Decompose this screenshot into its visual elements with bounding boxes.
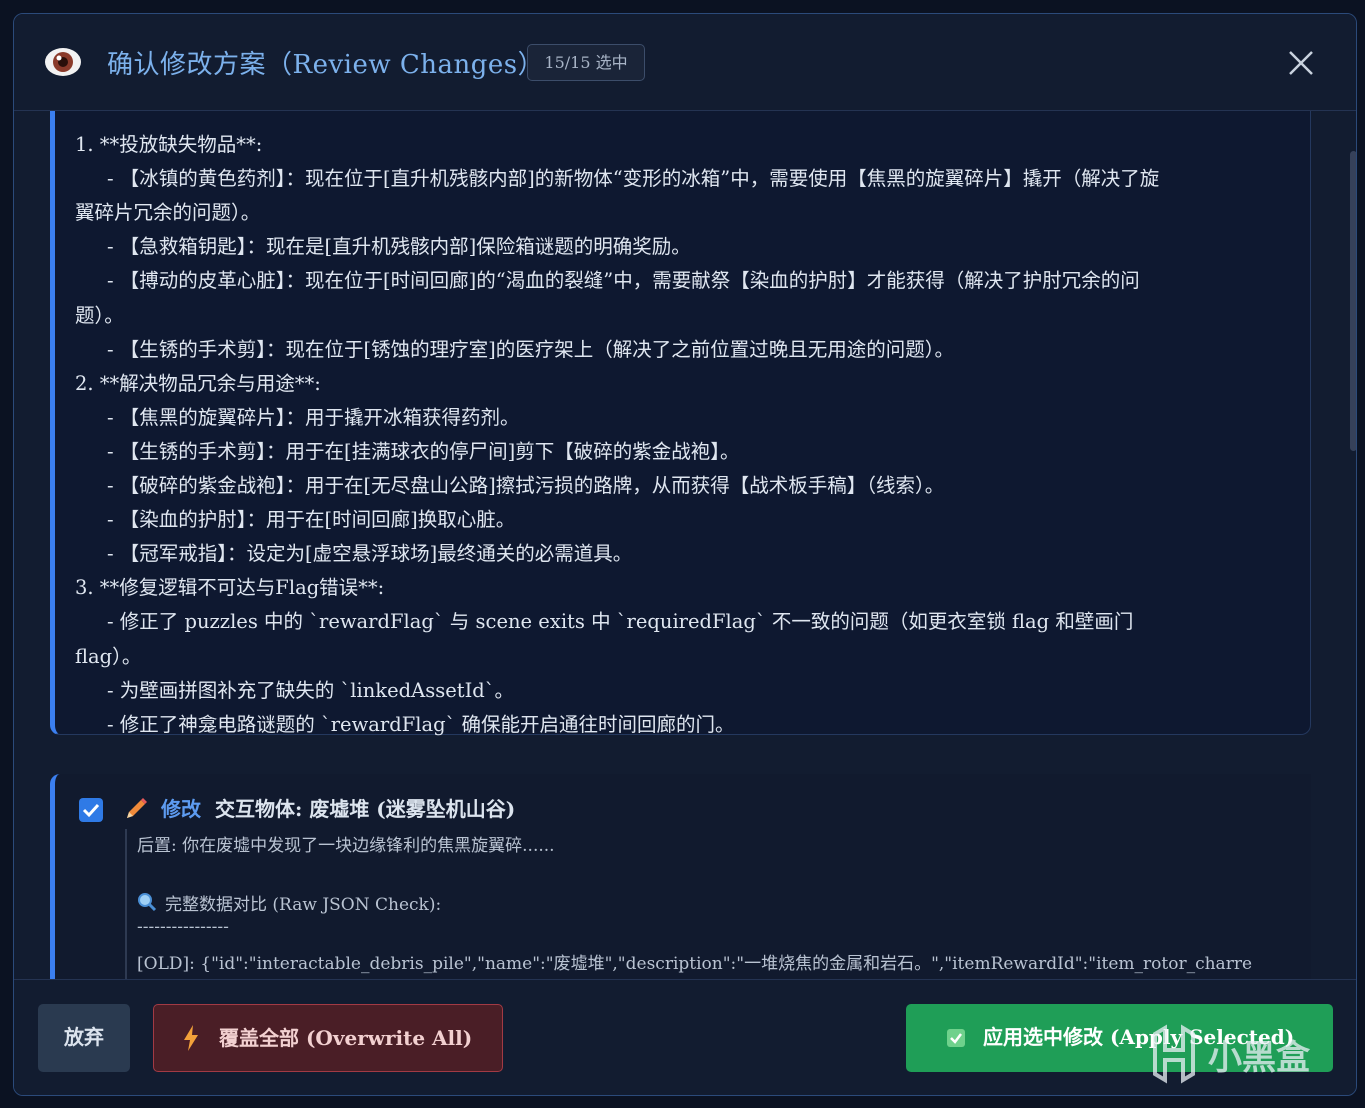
change-item: 修改 交互物体: 废墟堆 (迷雾坠机山谷) 后置: 你在废墟中发现了一块边缘锋利… xyxy=(50,774,1311,979)
watermark-text: 小黑盒 xyxy=(1208,1038,1310,1078)
change-kind-label: 修改 xyxy=(161,797,201,821)
watermark: 小黑盒 xyxy=(1150,1018,1330,1088)
summary-line: flag）。 xyxy=(75,644,142,668)
check-box-icon xyxy=(947,1029,965,1047)
heybox-logo-icon xyxy=(1153,1024,1195,1084)
selected-count-badge: 15/15 选中 xyxy=(527,44,645,81)
summary-line: - 【生锈的手术剪】：现在位于[锈蚀的理疗室]的医疗架上（解决了之前位置过晚且无… xyxy=(107,337,955,361)
summary-line: - 【染血的护肘】：用于在[时间回廊]换取心脏。 xyxy=(107,508,516,532)
change-target-label: 交互物体: 废墟堆 (迷雾坠机山谷) xyxy=(215,797,516,821)
old-json-line: [OLD]: {"id":"interactable_debris_pile",… xyxy=(137,954,1253,974)
checkmark-icon xyxy=(82,803,100,818)
summary-line: - 【冰镇的黄色药剂】：现在位于[直升机残骸内部]的新物体“变形的冰箱”中，需要… xyxy=(107,167,1160,191)
raw-check-label: 完整数据对比 (Raw JSON Check): xyxy=(165,895,442,915)
summary-line: - 修正了神龛电路谜题的 `rewardFlag` 确保能开启通往时间回廊的门。 xyxy=(107,712,735,736)
magnifier-icon xyxy=(138,893,157,912)
summary-line: 翼碎片冗余的问题）。 xyxy=(75,201,261,225)
summary-line: - 修正了 puzzles 中的 `rewardFlag` 与 scene ex… xyxy=(107,610,1134,634)
close-icon[interactable] xyxy=(1285,47,1317,79)
summary-line: 1. **投放缺失物品**: xyxy=(75,133,263,156)
after-text: 后置: 你在废墟中发现了一块边缘锋利的焦黑旋翼碎...... xyxy=(137,836,555,856)
summary-line: - 【冠军戒指】：设定为[虚空悬浮球场]最终通关的必需道具。 xyxy=(107,542,633,566)
summary-line: - 【急救箱钥匙】：现在是[直升机残骸内部]保险箱谜题的明确奖励。 xyxy=(107,235,691,259)
summary-line: - 为壁画拼图补充了缺失的 `linkedAssetId`。 xyxy=(107,678,515,702)
summary-line: 3. **修复逻辑不可达与Flag错误**: xyxy=(75,576,385,600)
change-select-checkbox[interactable] xyxy=(79,798,103,822)
summary-line: - 【焦黑的旋翼碎片】：用于撬开冰箱获得药剂。 xyxy=(107,405,520,429)
scrollbar[interactable] xyxy=(1350,151,1356,451)
summary-line: - 【生锈的手术剪】：用于在[挂满球衣的停尸间]剪下【破碎的紫金战袍】。 xyxy=(107,439,740,463)
summary-line: - 【破碎的紫金战袍】：用于在[无尽盘山公路]擦拭污损的路牌，从而获得【战术板手… xyxy=(107,474,945,497)
summary-line: 题）。 xyxy=(75,303,124,327)
overwrite-all-button[interactable]: 覆盖全部 (Overwrite All) xyxy=(153,1004,503,1072)
dialog-title: 确认修改方案（Review Changes） xyxy=(107,50,545,80)
changes-scroll-area[interactable]: 1. **投放缺失物品**: - 【冰镇的黄色药剂】：现在位于[直升机残骸内部]的… xyxy=(14,111,1356,979)
separator-line: ---------------- xyxy=(137,917,229,937)
eye-icon xyxy=(45,48,81,76)
pencil-icon xyxy=(127,798,147,818)
lightning-icon xyxy=(184,1025,198,1051)
dialog-header: 确认修改方案（Review Changes） 15/15 选中 xyxy=(14,14,1356,111)
overwrite-all-label: 覆盖全部 (Overwrite All) xyxy=(219,1026,473,1050)
summary-line: 2. **解决物品冗余与用途**: xyxy=(75,371,321,395)
review-changes-dialog: 确认修改方案（Review Changes） 15/15 选中 1. **投放缺… xyxy=(13,13,1357,1096)
changes-summary-card: 1. **投放缺失物品**: - 【冰镇的黄色药剂】：现在位于[直升机残骸内部]的… xyxy=(50,111,1311,736)
change-diff-box: 后置: 你在废墟中发现了一块边缘锋利的焦黑旋翼碎...... 完整数据对比 (R… xyxy=(125,829,1315,979)
discard-button[interactable]: 放弃 xyxy=(38,1004,130,1072)
summary-line: - 【搏动的皮革心脏】：现在位于[时间回廊]的“渴血的裂缝”中，需要献祭【染血的… xyxy=(107,269,1140,293)
